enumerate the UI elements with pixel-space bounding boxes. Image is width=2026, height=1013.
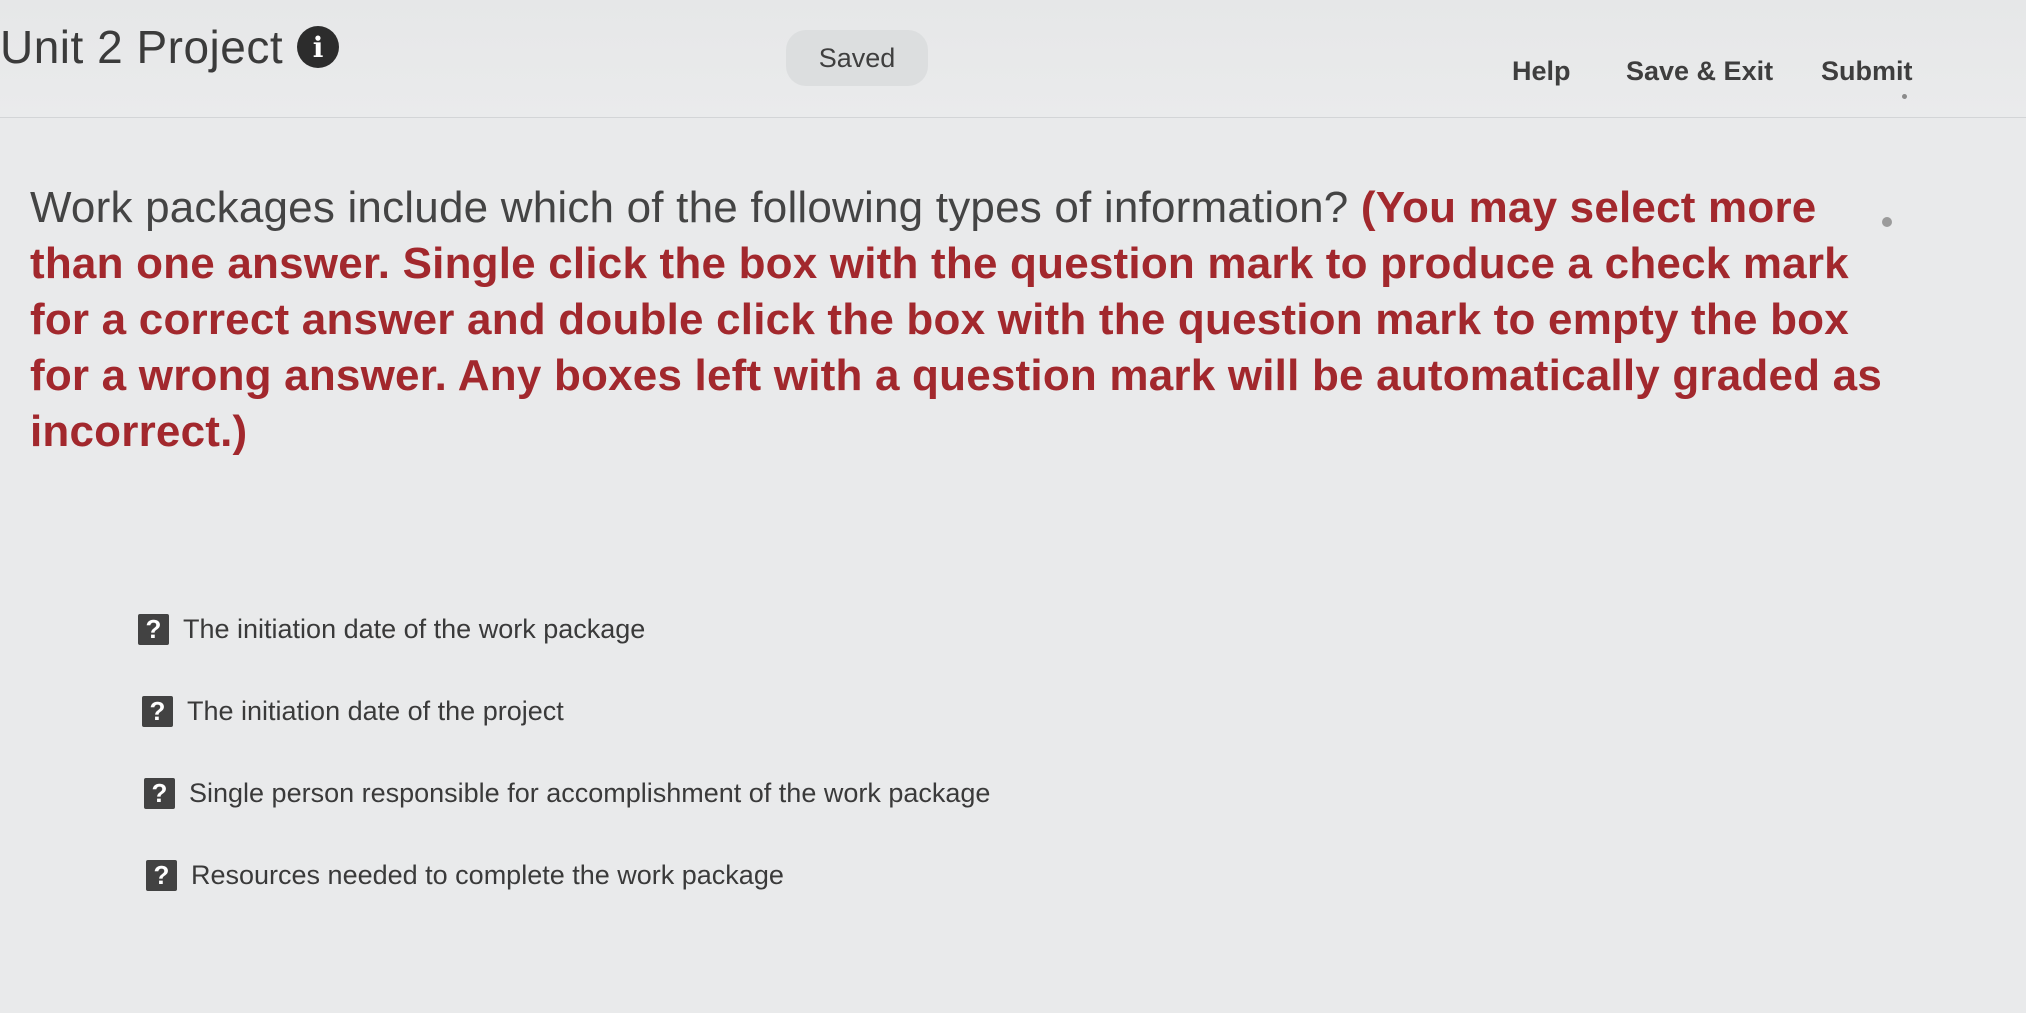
submit-indicator-dot — [1902, 94, 1907, 99]
answer-option[interactable]: ? Resources needed to complete the work … — [146, 834, 1538, 916]
assignment-title-group: Unit 2 Project i — [0, 21, 340, 73]
saved-status-badge: Saved — [786, 30, 928, 86]
answer-option[interactable]: ? The initiation date of the work packag… — [138, 588, 1538, 670]
answer-label: The initiation date of the project — [187, 695, 564, 726]
question-text: Work packages include which of the follo… — [30, 183, 1349, 232]
save-exit-button[interactable]: Save & Exit — [1626, 58, 1773, 85]
question-mark-checkbox[interactable]: ? — [146, 859, 177, 891]
background-dot — [1882, 217, 1892, 227]
answer-label: The initiation date of the work package — [183, 613, 646, 644]
top-bar: Unit 2 Project i Saved Help Save & Exit … — [0, 0, 2026, 118]
answer-list: ? The initiation date of the work packag… — [138, 588, 1538, 916]
question-mark-checkbox[interactable]: ? — [142, 695, 173, 727]
question-mark-checkbox[interactable]: ? — [144, 777, 175, 809]
answer-option[interactable]: ? Single person responsible for accompli… — [144, 752, 1538, 834]
question-mark-checkbox[interactable]: ? — [138, 613, 169, 645]
help-button[interactable]: Help — [1512, 58, 1571, 85]
answer-label: Resources needed to complete the work pa… — [191, 859, 784, 890]
info-icon[interactable]: i — [297, 26, 340, 68]
submit-button[interactable]: Submit — [1821, 58, 1913, 85]
question-prompt: Work packages include which of the follo… — [30, 180, 1910, 460]
answer-option[interactable]: ? The initiation date of the project — [142, 670, 1538, 752]
assignment-title: Unit 2 Project — [0, 21, 284, 73]
answer-label: Single person responsible for accomplish… — [189, 777, 991, 808]
